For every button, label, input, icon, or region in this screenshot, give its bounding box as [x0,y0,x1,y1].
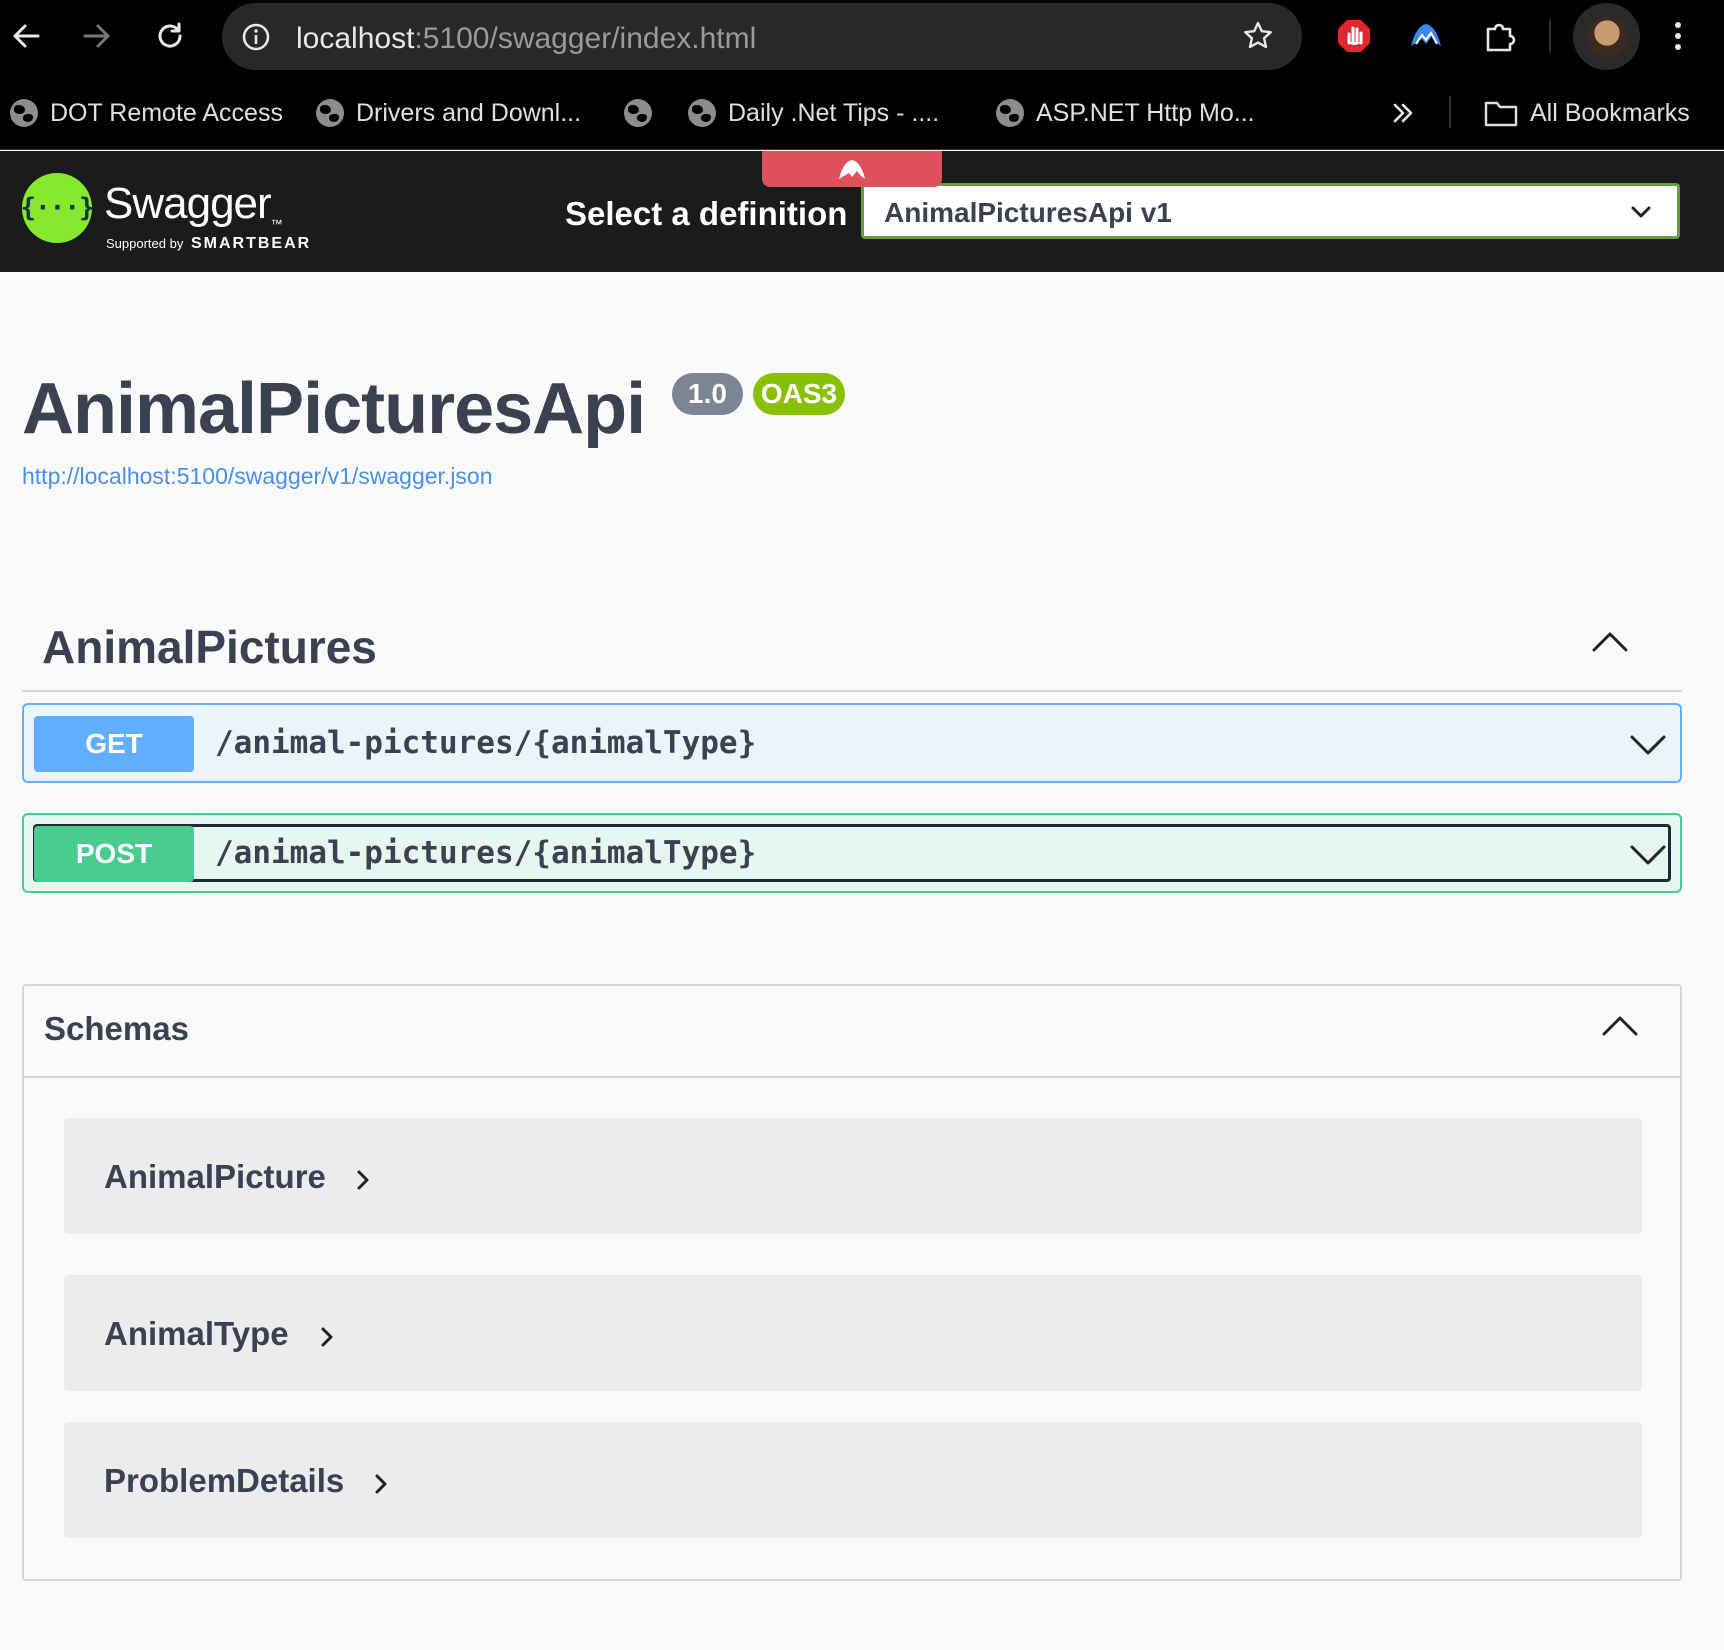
all-bookmarks-label: All Bookmarks [1530,98,1690,127]
site-info-icon[interactable] [240,21,272,53]
vpn-mountain-icon [839,160,865,179]
operation-get-animal-pictures[interactable]: GET /animal-pictures/{animalType} [22,703,1682,783]
stop-hand-icon [1338,20,1370,52]
url-host: localhost [296,22,415,55]
double-chevron-right-icon [1393,103,1413,123]
bookmarks-bar: DOT Remote Access Drivers and Downl... D… [0,74,1724,150]
bookmark-item[interactable]: Drivers and Downl... [316,96,581,130]
chevron-down-icon[interactable] [1628,837,1668,871]
more-bookmarks-button[interactable] [1390,96,1416,130]
swagger-logo-text: Swagger™ [104,179,283,231]
back-button[interactable] [4,14,48,58]
toolbar-separator [1549,20,1551,52]
schema-model-problemdetails[interactable]: ProblemDetails [64,1422,1642,1538]
spec-json-link[interactable]: http://localhost:5100/swagger/v1/swagger… [22,463,493,490]
bookmark-label: ASP.NET Http Mo... [1036,98,1255,127]
back-arrow-icon [13,24,40,48]
schema-model-name: AnimalPicture [104,1158,326,1195]
operation-post-animal-pictures[interactable]: POST /animal-pictures/{animalType} [22,813,1682,893]
operation-path: /animal-pictures/{animalType} [215,835,757,871]
browser-toolbar: localhost:5100/swagger/index.html [0,0,1724,74]
all-bookmarks-button[interactable]: All Bookmarks [1484,96,1690,130]
swagger-logo-symbol: {···} [20,193,94,223]
schema-model-animalpicture[interactable]: AnimalPicture [64,1118,1642,1234]
version-badge: 1.0 [672,373,743,415]
bookmark-item[interactable] [624,96,664,130]
schemas-header[interactable]: Schemas [24,986,1680,1078]
globe-icon [688,99,716,127]
chevron-right-icon [375,1474,387,1494]
puzzle-piece-icon [1486,23,1516,52]
smartbear-label: SMARTBEAR [190,235,312,252]
schema-model-name: AnimalType [104,1315,289,1352]
bookmark-item[interactable]: DOT Remote Access [10,96,283,130]
folder-icon [1484,101,1518,127]
chevron-up-icon[interactable] [1590,626,1630,656]
forward-button[interactable] [75,14,119,58]
adblock-extension-button[interactable] [1332,14,1376,58]
supported-by-text: Supported by SMARTBEAR [106,235,311,253]
method-badge-get: GET [34,716,194,772]
avatar-photo [1586,16,1627,57]
bookmark-item[interactable]: ASP.NET Http Mo... [996,96,1255,130]
kebab-menu-icon [1675,22,1681,50]
select-definition-label: Select a definition [565,195,848,232]
globe-icon [624,99,652,127]
forward-arrow-icon [83,24,110,48]
method-badge-post: POST [34,826,194,882]
vpn-overlay-tab[interactable] [762,151,942,187]
chevron-right-icon [357,1170,369,1190]
url-text[interactable]: localhost:5100/swagger/index.html [296,22,756,56]
globe-icon [996,99,1024,127]
chevron-up-icon[interactable] [1600,1010,1640,1040]
swagger-wordmark: Swagger [104,179,272,228]
schema-model-animaltype[interactable]: AnimalType [64,1275,1642,1391]
chevron-right-icon [321,1327,333,1347]
tag-name: AnimalPictures [42,621,377,673]
bookmark-label: DOT Remote Access [50,98,283,127]
url-path: :5100/swagger/index.html [414,22,757,55]
tag-header-animalpictures[interactable]: AnimalPictures [22,600,1682,692]
extensions-button[interactable] [1478,14,1522,58]
definition-select[interactable]: AnimalPicturesApi v1 [861,183,1680,239]
bookmarks-separator [1449,96,1451,128]
globe-icon [316,99,344,127]
schemas-title: Schemas [44,1010,189,1047]
chevron-down-icon [1631,206,1651,218]
api-title: AnimalPicturesApi [22,369,646,449]
operation-path: /animal-pictures/{animalType} [215,725,757,761]
vpn-mountain-icon [1411,24,1441,46]
globe-icon [10,99,38,127]
schema-model-name: ProblemDetails [104,1462,345,1499]
reload-button[interactable] [148,14,192,58]
swagger-logo-icon[interactable]: {···} [20,173,95,243]
bookmark-label: Daily .Net Tips - .... [728,98,940,127]
bookmark-label: Drivers and Downl... [356,98,582,127]
vpn-extension-button[interactable] [1404,14,1448,58]
profile-avatar[interactable] [1573,3,1640,70]
definition-select-value: AnimalPicturesApi v1 [884,197,1172,228]
chevron-down-icon[interactable] [1628,727,1668,761]
oas-badge: OAS3 [753,373,845,415]
bookmark-item[interactable]: Daily .Net Tips - .... [688,96,939,130]
schemas-section: Schemas AnimalPicture AnimalType Problem… [22,984,1682,1581]
supported-by-label: Supported by [106,236,184,251]
browser-menu-button[interactable] [1656,14,1700,58]
reload-icon [158,22,182,48]
bookmark-star-icon[interactable] [1242,20,1274,52]
address-bar[interactable]: localhost:5100/swagger/index.html [222,3,1302,70]
